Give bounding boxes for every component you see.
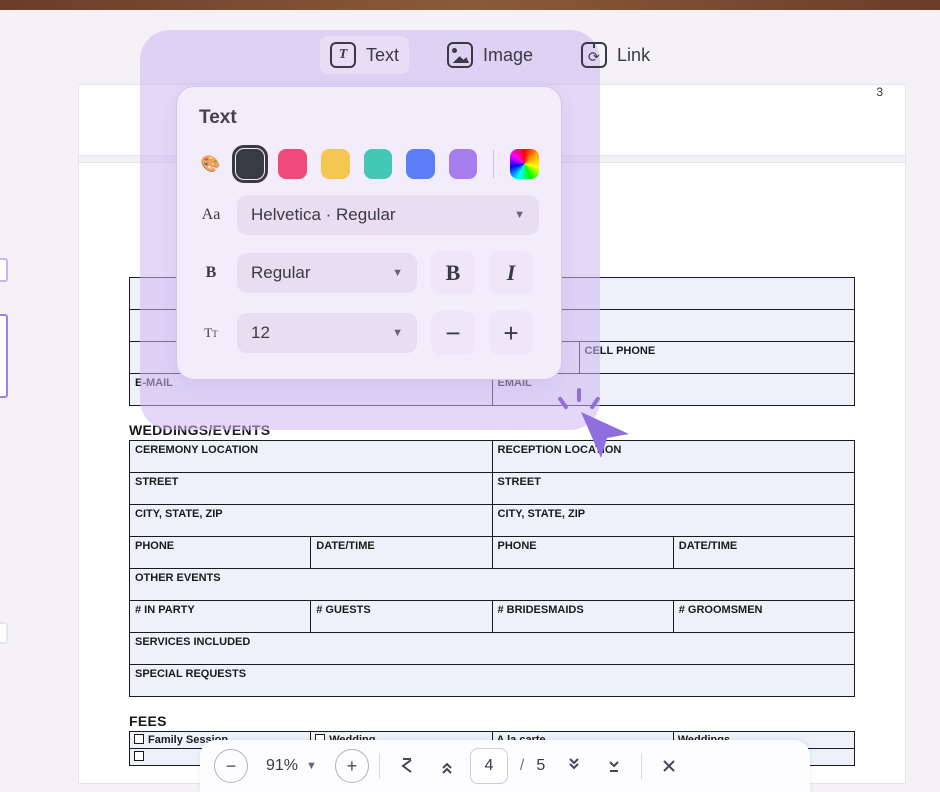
divider [493, 150, 494, 178]
italic-button[interactable]: I [489, 251, 533, 295]
close-button[interactable] [652, 749, 686, 783]
size-select[interactable]: 12 ▼ [237, 313, 417, 353]
size-row: TT 12 ▼ − + [199, 311, 539, 355]
insert-image-label: Image [483, 45, 533, 66]
field-phone-left[interactable]: PHONE [130, 537, 311, 569]
first-page-button[interactable] [390, 749, 424, 783]
size-increase-button[interactable]: + [489, 311, 533, 355]
checkbox-icon[interactable] [134, 734, 144, 744]
page-number-input[interactable] [470, 748, 508, 784]
insert-link-button[interactable]: Link [571, 36, 660, 74]
font-select-value: Helvetica · Regular [251, 205, 396, 225]
zoom-in-button[interactable]: + [335, 749, 369, 783]
field-guests[interactable]: # GUESTS [311, 601, 492, 633]
section-fees-heading: FEES [129, 713, 855, 729]
page-separator: / [514, 757, 530, 775]
font-select[interactable]: Helvetica · Regular ▼ [237, 195, 539, 235]
field-bridesmaids[interactable]: # BRIDESMAIDS [492, 601, 673, 633]
field-phone-right[interactable]: PHONE [492, 537, 673, 569]
field-datetime-left[interactable]: DATE/TIME [311, 537, 492, 569]
chevron-down-icon: ▼ [306, 760, 317, 772]
thumbnail-page-next[interactable] [0, 622, 8, 644]
field-csz-left[interactable]: CITY, STATE, ZIP [130, 505, 493, 537]
next-page-button[interactable] [557, 749, 591, 783]
weight-row: B Regular ▼ B I [199, 251, 539, 295]
weight-select[interactable]: Regular ▼ [237, 253, 417, 293]
prev-page-button[interactable] [430, 749, 464, 783]
field-in-party[interactable]: # IN PARTY [130, 601, 311, 633]
insert-toolbar: T Text Image Link [320, 36, 660, 74]
page-controls-bar: − 91% ▼ + / 5 [200, 740, 810, 792]
font-row: Aa Helvetica · Regular ▼ [199, 195, 539, 235]
field-datetime-right[interactable]: DATE/TIME [673, 537, 854, 569]
zoom-value: 91% [266, 757, 298, 775]
zoom-select[interactable]: 91% ▼ [254, 751, 329, 781]
field-cell-phone[interactable]: CELL PHONE [579, 342, 855, 374]
field-reception-location[interactable]: RECEPTION LOCATION [492, 441, 855, 473]
chevron-down-icon: ▼ [392, 267, 403, 279]
field-street-right[interactable]: STREET [492, 473, 855, 505]
weight-select-value: Regular [251, 263, 311, 283]
app-titlebar-strip [0, 0, 940, 10]
page-number: 3 [876, 85, 883, 99]
divider [641, 753, 642, 779]
color-swatch-black[interactable] [236, 149, 265, 179]
insert-image-button[interactable]: Image [437, 36, 543, 74]
size-select-value: 12 [251, 323, 270, 343]
insert-text-button[interactable]: T Text [320, 36, 409, 74]
field-services-included[interactable]: SERVICES INCLUDED [130, 633, 855, 665]
color-swatch-blue[interactable] [406, 149, 435, 179]
thumbnail-page-current[interactable] [0, 314, 8, 398]
palette-icon: 🎨 [199, 154, 222, 174]
weight-icon: B [199, 264, 223, 282]
color-swatch-pink[interactable] [278, 149, 307, 179]
field-csz-right[interactable]: CITY, STATE, ZIP [492, 505, 855, 537]
color-swatch-purple[interactable] [449, 149, 478, 179]
text-panel-title: Text [199, 107, 539, 129]
divider [379, 753, 380, 779]
image-icon [447, 42, 473, 68]
insert-text-label: Text [366, 45, 399, 66]
text-style-panel: Text 🎨 Aa Helvetica · Regular ▼ B Regula… [176, 86, 562, 380]
size-icon: TT [199, 325, 223, 341]
field-street-left[interactable]: STREET [130, 473, 493, 505]
size-decrease-button[interactable]: − [431, 311, 475, 355]
checkbox-icon[interactable] [134, 751, 144, 761]
chevron-down-icon: ▼ [514, 209, 525, 221]
bold-button[interactable]: B [431, 251, 475, 295]
field-groomsmen[interactable]: # GROOMSMEN [673, 601, 854, 633]
chevron-down-icon: ▼ [392, 327, 403, 339]
zoom-out-button[interactable]: − [214, 749, 248, 783]
text-icon: T [330, 42, 356, 68]
field-special-requests[interactable]: SPECIAL REQUESTS [130, 665, 855, 697]
page-total: 5 [536, 757, 551, 775]
last-page-button[interactable] [597, 749, 631, 783]
link-icon [581, 42, 607, 68]
color-row: 🎨 [199, 149, 539, 179]
thumbnail-page-1[interactable] [0, 258, 8, 282]
color-swatch-teal[interactable] [364, 149, 393, 179]
weddings-table: CEREMONY LOCATION RECEPTION LOCATION STR… [129, 440, 855, 697]
field-ceremony-location[interactable]: CEREMONY LOCATION [130, 441, 493, 473]
color-swatch-yellow[interactable] [321, 149, 350, 179]
font-icon: Aa [199, 206, 223, 224]
insert-link-label: Link [617, 45, 650, 66]
color-swatch-custom[interactable] [510, 149, 539, 179]
field-other-events[interactable]: OTHER EVENTS [130, 569, 855, 601]
